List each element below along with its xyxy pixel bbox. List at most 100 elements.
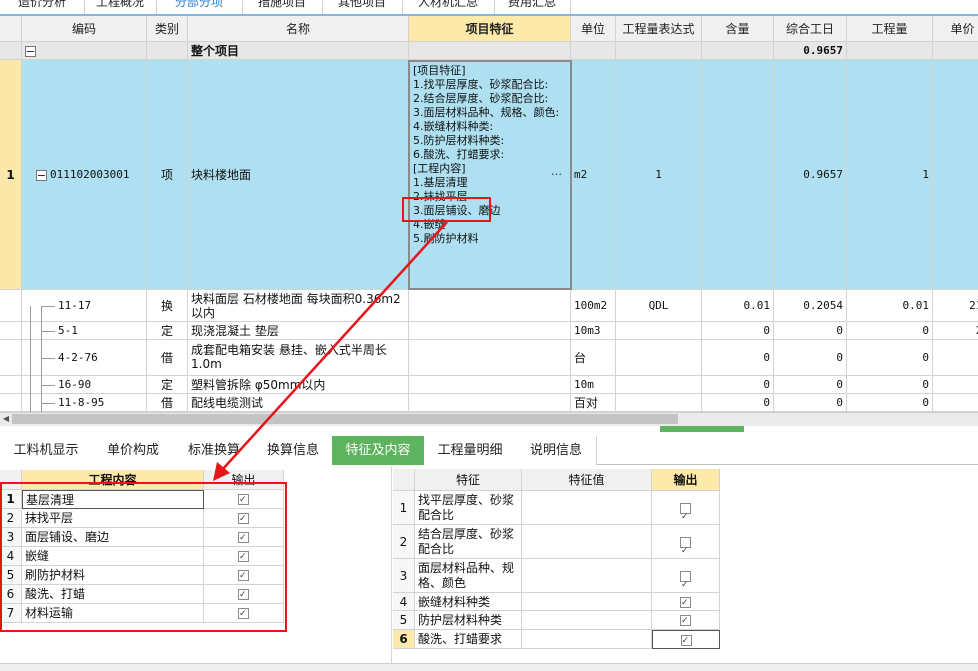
checkbox-checked-icon[interactable] [680,632,692,648]
tab-project-overview[interactable]: 工程概况 [84,0,157,14]
header-feature-value[interactable]: 特征值 [522,469,652,491]
row-unit[interactable]: 10m3 [571,322,616,340]
output-checkbox[interactable] [652,525,720,559]
row-content[interactable]: 0 [702,376,774,394]
row-quantity-expression[interactable] [616,322,702,340]
row-labor[interactable]: 0 [774,340,847,376]
checkbox-checked-icon[interactable] [680,612,691,629]
feature-name[interactable]: 面层材料品种、规格、颜色 [415,559,522,593]
row-unit[interactable]: 10m [571,376,616,394]
row-quantity-expression[interactable]: 1 [616,60,702,290]
row-feature[interactable] [409,322,571,340]
feature-value-input[interactable] [522,559,652,593]
row-feature[interactable] [409,394,571,412]
header-labor-days[interactable]: 综合工日 [774,16,847,42]
feature-value-input[interactable] [522,525,652,559]
header-unit-price[interactable]: 单价 [933,16,978,42]
row-unit-price[interactable] [933,376,978,394]
row-category[interactable]: 借 [147,340,188,376]
checkbox-checked-icon[interactable] [680,534,691,558]
row-quantity[interactable]: 0 [847,394,933,412]
row-feature[interactable] [409,340,571,376]
header-name[interactable]: 名称 [188,16,409,42]
row-name[interactable]: 成套配电箱安装 悬挂、嵌入式半周长1.0m [188,340,409,376]
output-checkbox[interactable] [652,630,720,649]
feature-value-input[interactable] [522,593,652,611]
row-unit-price[interactable] [933,60,978,290]
tab-measures[interactable]: 措施项目 [242,0,323,14]
row-quantity[interactable]: 0 [847,340,933,376]
row-category[interactable]: 定 [147,322,188,340]
feature-value-input[interactable] [522,611,652,630]
panel-divider[interactable] [391,466,392,671]
feature-text-editor[interactable]: [项目特征] 1.找平层厚度、砂浆配合比: 2.结合层厚度、砂浆配合比: 3.面… [408,60,572,290]
tab-resource-summary[interactable]: 人材机汇总 [402,0,495,14]
scrollbar-thumb[interactable] [12,414,678,424]
header-unit[interactable]: 单位 [571,16,616,42]
row-quantity[interactable]: 1 [847,60,933,290]
row-unit-price[interactable]: 3 [933,394,978,412]
feature-value-input[interactable] [522,630,652,649]
row-unit-price[interactable]: 2 [933,340,978,376]
row-category[interactable]: 借 [147,394,188,412]
row-unit[interactable]: 100m2 [571,290,616,322]
row-name[interactable]: 块料楼地面 [188,60,409,290]
row-content[interactable] [702,60,774,290]
output-checkbox[interactable] [652,491,720,525]
header-quantity-expression[interactable]: 工程量表达式 [616,16,702,42]
row-feature[interactable] [409,376,571,394]
feature-name[interactable]: 酸洗、打蜡要求 [415,630,522,649]
feature-name[interactable]: 结合层厚度、砂浆配合比 [415,525,522,559]
tab-conversion-info[interactable]: 换算信息 [254,436,333,465]
row-name[interactable]: 配线电缆测试 [188,394,409,412]
row-labor[interactable]: 0 [774,322,847,340]
row-content[interactable]: 0 [702,394,774,412]
row-feature[interactable] [409,290,571,322]
header-feature[interactable]: 特征 [415,469,522,491]
header-feature[interactable]: 项目特征 [409,16,571,42]
row-quantity[interactable]: 0 [847,322,933,340]
row-labor[interactable]: 0 [774,394,847,412]
row-quantity[interactable]: 0 [847,376,933,394]
minus-icon[interactable] [36,169,47,181]
row-labor[interactable]: 0.9657 [774,60,847,290]
row-category[interactable]: 定 [147,376,188,394]
row-unit-price[interactable]: 28 [933,322,978,340]
output-checkbox[interactable] [652,593,720,611]
row-labor[interactable]: 0.2054 [774,290,847,322]
row-quantity-expression[interactable] [616,376,702,394]
row-quantity-expression[interactable] [616,394,702,412]
checkbox-checked-icon[interactable] [680,500,691,524]
row-unit[interactable]: 百对 [571,394,616,412]
checkbox-checked-icon[interactable] [680,594,691,610]
row-labor[interactable]: 0 [774,376,847,394]
row-name[interactable]: 现浇混凝土 垫层 [188,322,409,340]
tab-cost-analysis[interactable]: 造价分析 [0,0,85,14]
row-unit-price[interactable]: 215 [933,290,978,322]
row-number[interactable]: 1 [0,60,22,290]
row-content[interactable]: 0 [702,322,774,340]
header-quantity[interactable]: 工程量 [847,16,933,42]
row-unit[interactable]: 台 [571,340,616,376]
row-category[interactable]: 项 [147,60,188,290]
splitter-handle[interactable] [660,426,744,432]
header-code[interactable]: 编码 [22,16,147,42]
tab-description[interactable]: 说明信息 [516,436,597,465]
header-content[interactable]: 含量 [702,16,774,42]
feature-name[interactable]: 防护层材料种类 [415,611,522,630]
tab-quantity-details[interactable]: 工程量明细 [424,436,517,465]
minus-icon[interactable] [25,46,36,57]
row-quantity-expression[interactable]: QDL [616,290,702,322]
row-unit[interactable]: m2 [571,60,616,290]
tab-features-and-content[interactable]: 特征及内容 [332,436,425,465]
tab-resource-display[interactable]: 工料机显示 [0,436,93,465]
checkbox-checked-icon[interactable] [680,568,691,592]
tab-unit-price-composition[interactable]: 单价构成 [92,436,175,465]
feature-name[interactable]: 嵌缝材料种类 [415,593,522,611]
tab-other-items[interactable]: 其他项目 [322,0,403,14]
row-code[interactable]: 011102003001 [22,60,147,290]
row-content[interactable]: 0.01 [702,290,774,322]
feature-name[interactable]: 找平层厚度、砂浆配合比 [415,491,522,525]
scroll-left-arrow-icon[interactable]: ◀ [1,413,11,425]
header-category[interactable]: 类别 [147,16,188,42]
